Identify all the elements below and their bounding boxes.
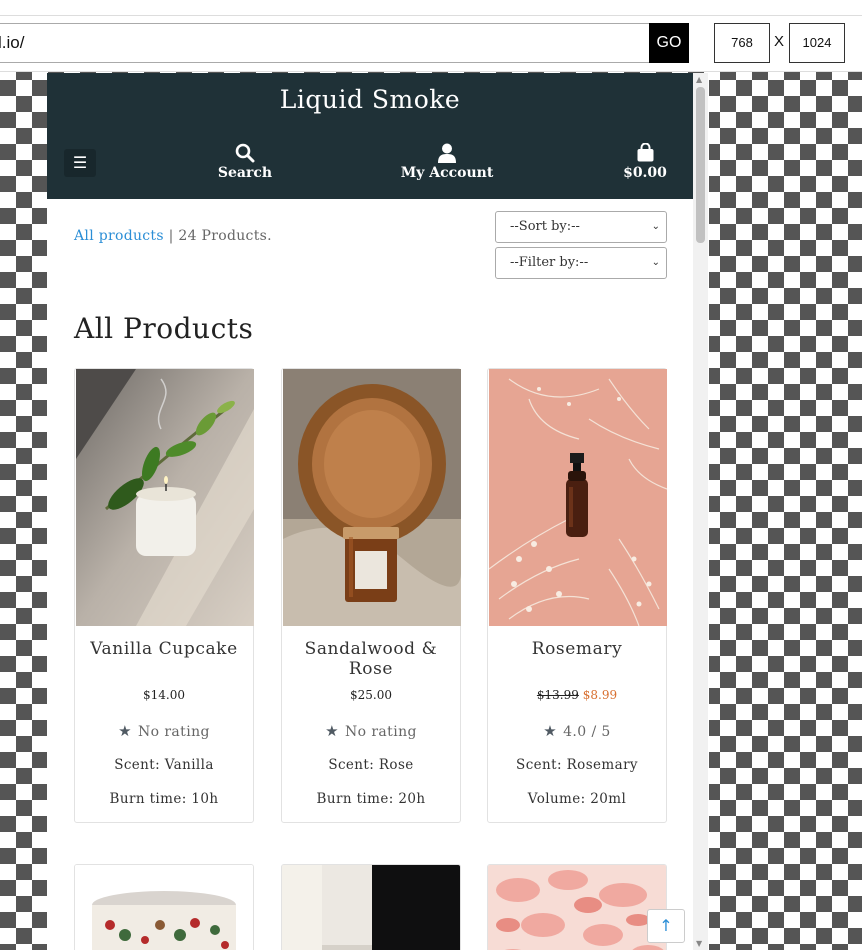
star-icon: ★ [325, 722, 339, 740]
product-rating: ★ No rating [75, 722, 253, 740]
breadcrumb: All products | 24 Products. [74, 228, 272, 244]
product-name[interactable]: Sandalwood & Rose [282, 639, 460, 679]
back-to-top-button[interactable]: ↑ [647, 909, 685, 943]
nav-account-label: My Account [400, 165, 494, 181]
all-products-link[interactable]: All products [74, 228, 164, 244]
nav-search[interactable]: Search [215, 143, 275, 181]
chevron-down-icon: ⌄ [651, 257, 660, 268]
height-input[interactable]: 1024 [789, 23, 845, 63]
product-card[interactable]: Sandalwood & Rose $25.00 ★ No rating Scen… [281, 368, 461, 823]
filter-select[interactable]: --Filter by:-- ⌄ [495, 247, 667, 279]
product-rating-text: 4.0 / 5 [563, 724, 611, 740]
product-count: 24 Products. [178, 228, 272, 244]
nav-search-label: Search [217, 165, 273, 181]
product-rating-text: No rating [138, 724, 210, 740]
dimension-separator: X [774, 33, 785, 50]
product-price: $25.00 [350, 688, 392, 702]
scroll-down-icon[interactable]: ▼ [696, 939, 702, 948]
arrow-up-icon: ↑ [659, 916, 673, 935]
product-burn-time: Burn time: 20h [316, 791, 426, 807]
scrollbar-thumb[interactable] [696, 87, 705, 243]
product-card[interactable] [281, 864, 461, 950]
nav-account[interactable]: My Account [399, 143, 495, 181]
search-icon [215, 143, 275, 165]
product-image[interactable] [75, 865, 253, 950]
product-image[interactable] [282, 865, 460, 950]
site-brand[interactable]: Liquid Smoke [47, 85, 693, 114]
product-scent: Scent: Rose [328, 757, 414, 773]
go-button[interactable]: GO [649, 23, 689, 63]
breadcrumb-separator: | [163, 228, 179, 244]
product-price: $13.99 $8.99 [488, 688, 666, 702]
product-image[interactable] [489, 369, 667, 626]
width-input[interactable]: 768 [714, 23, 770, 63]
sale-price: $8.99 [582, 688, 618, 702]
product-volume: Volume: 20ml [527, 791, 627, 807]
original-price: $13.99 [536, 688, 579, 702]
product-image[interactable] [76, 369, 254, 626]
bars-icon: ☰ [72, 153, 88, 172]
product-card[interactable] [487, 864, 667, 950]
scroll-up-icon[interactable]: ▲ [696, 75, 702, 84]
scrollbar[interactable]: ▲ ▼ [693, 73, 708, 950]
product-card[interactable]: Rosemary $13.99 $8.99 ★ 4.0 / 5 Scent: Ro… [487, 368, 667, 823]
shopping-bag-icon [621, 143, 669, 165]
product-rating: ★ 4.0 / 5 [488, 722, 666, 740]
toolbar-divider [0, 15, 862, 16]
sort-select[interactable]: --Sort by:-- ⌄ [495, 211, 667, 243]
page-title: All Products [74, 312, 254, 345]
product-name[interactable]: Rosemary [488, 639, 666, 659]
product-rating: ★ No rating [282, 722, 460, 740]
product-burn-time: Burn time: 10h [109, 791, 219, 807]
site-header: Liquid Smoke ☰ Search My Account $0.00 [47, 73, 693, 199]
menu-toggle-button[interactable]: ☰ [64, 149, 96, 177]
product-card[interactable]: Vanilla Cupcake $14.00 ★ No rating Scent:… [74, 368, 254, 823]
nav-cart-total: $0.00 [623, 165, 667, 181]
product-rating-text: No rating [345, 724, 417, 740]
sort-select-value: --Sort by:-- [510, 219, 580, 234]
product-image[interactable] [283, 369, 461, 626]
product-price: $14.00 [143, 688, 185, 702]
chevron-down-icon: ⌄ [651, 221, 660, 232]
url-input[interactable]: l.io/ [0, 23, 650, 63]
filter-select-value: --Filter by:-- [510, 255, 589, 270]
dev-toolbar: l.io/ GO 768 X 1024 [0, 0, 862, 72]
user-icon [399, 143, 495, 165]
star-icon: ★ [118, 722, 132, 740]
product-image[interactable] [488, 865, 666, 950]
nav-cart[interactable]: $0.00 [621, 143, 669, 181]
product-name[interactable]: Vanilla Cupcake [75, 639, 253, 659]
product-card[interactable] [74, 864, 254, 950]
product-scent: Scent: Rosemary [516, 757, 638, 773]
star-icon: ★ [543, 722, 558, 740]
device-viewport: Liquid Smoke ☰ Search My Account $0.00 A… [47, 73, 709, 950]
product-scent: Scent: Vanilla [114, 757, 214, 773]
